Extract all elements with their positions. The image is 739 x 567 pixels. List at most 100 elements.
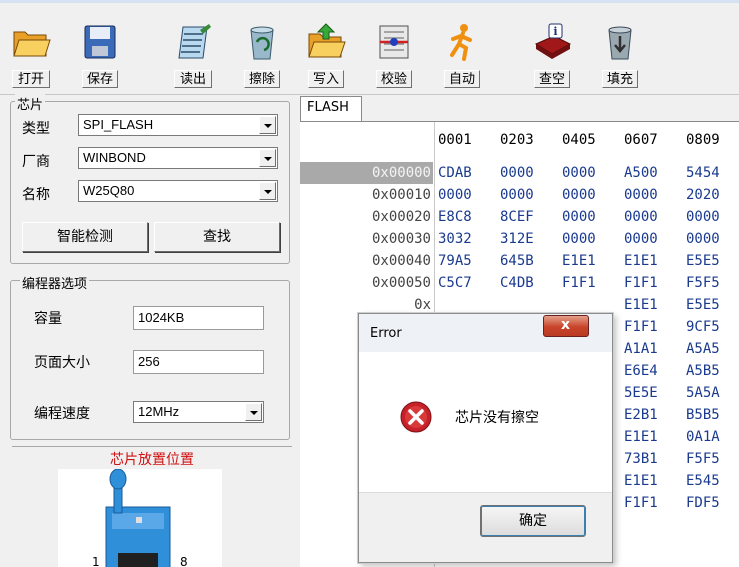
toolbar-open-label: 打开: [12, 70, 50, 88]
toolbar-erase-button[interactable]: 擦除: [240, 14, 284, 90]
hex-cell[interactable]: F5F5: [686, 272, 720, 294]
hex-cell[interactable]: 73B1: [624, 448, 658, 470]
hex-cell[interactable]: 0000: [500, 162, 534, 184]
hex-cell[interactable]: 0000: [624, 184, 658, 206]
close-icon[interactable]: [543, 315, 589, 337]
hex-cell[interactable]: 0000: [438, 184, 472, 206]
hex-cell[interactable]: 5E5E: [624, 382, 658, 404]
hex-row[interactable]: 0x00000 CDAB 0000 0000 A500 5454: [300, 162, 739, 184]
toolbar-save-button[interactable]: 保存: [78, 14, 122, 90]
hex-cell[interactable]: 0000: [562, 206, 596, 228]
hex-cell[interactable]: 0000: [562, 228, 596, 250]
hex-cell[interactable]: 79A5: [438, 250, 472, 272]
hex-cell[interactable]: CDAB: [438, 162, 472, 184]
hex-cell[interactable]: 0000: [624, 206, 658, 228]
hex-cell[interactable]: E1E1: [562, 250, 596, 272]
tab-flash[interactable]: FLASH: [300, 96, 362, 122]
hex-cell[interactable]: C5C7: [438, 272, 472, 294]
toolbar-write-label: 写入: [308, 70, 344, 88]
hex-cell[interactable]: E1E1: [624, 294, 658, 316]
toolbar-read-button[interactable]: 读出: [170, 14, 216, 90]
notepad-read-icon: [178, 24, 211, 59]
chevron-down-icon[interactable]: [259, 149, 276, 167]
toolbar-blank-check-button[interactable]: i 查空: [530, 14, 574, 90]
chevron-down-icon[interactable]: [245, 403, 262, 421]
hex-cell[interactable]: A5B5: [686, 360, 720, 382]
chip-type-select[interactable]: SPI_FLASH: [78, 114, 278, 136]
hex-cell[interactable]: 0A1A: [686, 426, 720, 448]
hex-cell[interactable]: E8C8: [438, 206, 472, 228]
hex-row[interactable]: 0x00020 E8C8 8CEF 0000 0000 0000: [300, 206, 739, 228]
zif-socket-icon: [105, 468, 171, 567]
toolbar-fill-button[interactable]: 填充: [598, 14, 642, 90]
hex-row-address: 0x00040: [371, 253, 431, 269]
hex-row[interactable]: 0x00040 79A5 645B E1E1 E1E1 E5E5: [300, 250, 739, 272]
chip-type-value: SPI_FLASH: [83, 117, 154, 132]
hex-cell[interactable]: 0000: [500, 184, 534, 206]
page-size-field[interactable]: 256: [133, 350, 264, 374]
hex-cell[interactable]: E2B1: [624, 404, 658, 426]
hex-row-address: 0x00010: [371, 187, 431, 203]
hex-cell[interactable]: 5454: [686, 162, 720, 184]
hex-cell[interactable]: F5F5: [686, 448, 720, 470]
left-panel: 芯片 类型 SPI_FLASH 厂商 WINBOND 名称 W25Q80 智能检…: [0, 94, 294, 567]
speed-label: 编程速度: [34, 406, 90, 422]
speed-select[interactable]: 12MHz: [133, 401, 264, 423]
hex-cell[interactable]: 3032: [438, 228, 472, 250]
hex-cell[interactable]: E5E5: [686, 250, 720, 272]
hex-cell[interactable]: F1F1: [562, 272, 596, 294]
hex-cell[interactable]: A500: [624, 162, 658, 184]
chip-name-value: W25Q80: [83, 183, 135, 198]
hex-cell[interactable]: E5E5: [686, 294, 720, 316]
hex-cell[interactable]: C4DB: [500, 272, 534, 294]
toolbar-open-button[interactable]: 打开: [8, 14, 54, 90]
dialog-title-bar[interactable]: Error: [359, 314, 612, 352]
hex-cell[interactable]: 0000: [686, 228, 720, 250]
ok-button[interactable]: 确定: [480, 505, 586, 537]
hex-cell[interactable]: E545: [686, 470, 720, 492]
chevron-down-icon[interactable]: [259, 182, 276, 200]
hex-row-address: 0x00020: [371, 209, 431, 225]
hex-row[interactable]: 0x00010 0000 0000 0000 0000 2020: [300, 184, 739, 206]
page-size-label: 页面大小: [34, 355, 90, 371]
toolbar-auto-button[interactable]: 自动: [440, 14, 484, 90]
toolbar-auto-label: 自动: [444, 70, 480, 88]
hex-cell[interactable]: A1A1: [624, 338, 658, 360]
hex-cell[interactable]: 0000: [562, 184, 596, 206]
chip-name-select[interactable]: W25Q80: [78, 180, 278, 202]
hex-cell[interactable]: E1E1: [624, 250, 658, 272]
hex-cell[interactable]: FDF5: [686, 492, 720, 514]
hex-cell[interactable]: E1E1: [624, 470, 658, 492]
hex-cell[interactable]: F1F1: [624, 492, 658, 514]
capacity-label: 容量: [34, 311, 62, 327]
hex-cell[interactable]: E1E1: [624, 426, 658, 448]
hex-cell[interactable]: 645B: [500, 250, 534, 272]
hex-cell[interactable]: 2020: [686, 184, 720, 206]
dialog-body: 芯片没有擦空: [359, 352, 612, 492]
toolbar-write-button[interactable]: 写入: [304, 14, 348, 90]
fill-bin-icon: [608, 26, 632, 60]
hex-cell[interactable]: 5A5A: [686, 382, 720, 404]
hex-cell[interactable]: E6E4: [624, 360, 658, 382]
hex-cell[interactable]: 9CF5: [686, 316, 720, 338]
hex-cell[interactable]: A5A5: [686, 338, 720, 360]
hex-cell[interactable]: 0000: [686, 206, 720, 228]
chevron-down-icon[interactable]: [259, 116, 276, 134]
smart-detect-button[interactable]: 智能检测: [22, 222, 148, 252]
hex-cell[interactable]: 8CEF: [500, 206, 534, 228]
hex-cell[interactable]: 0000: [562, 162, 596, 184]
hex-row[interactable]: 0x00030 3032 312E 0000 0000 0000: [300, 228, 739, 250]
hex-cell[interactable]: B5B5: [686, 404, 720, 426]
toolbar-verify-button[interactable]: 校验: [372, 14, 416, 90]
recycle-bin-icon: [250, 26, 274, 60]
hex-cell[interactable]: F1F1: [624, 316, 658, 338]
placement-title: 芯片放置位置: [110, 452, 194, 468]
chip-maker-select[interactable]: WINBOND: [78, 147, 278, 169]
verify-icon: [379, 25, 409, 59]
hex-cell[interactable]: F1F1: [624, 272, 658, 294]
hex-cell[interactable]: 312E: [500, 228, 534, 250]
find-button[interactable]: 查找: [154, 222, 280, 252]
capacity-field[interactable]: 1024KB: [133, 306, 264, 330]
hex-row[interactable]: 0x00050 C5C7 C4DB F1F1 F1F1 F5F5: [300, 272, 739, 294]
hex-cell[interactable]: 0000: [624, 228, 658, 250]
